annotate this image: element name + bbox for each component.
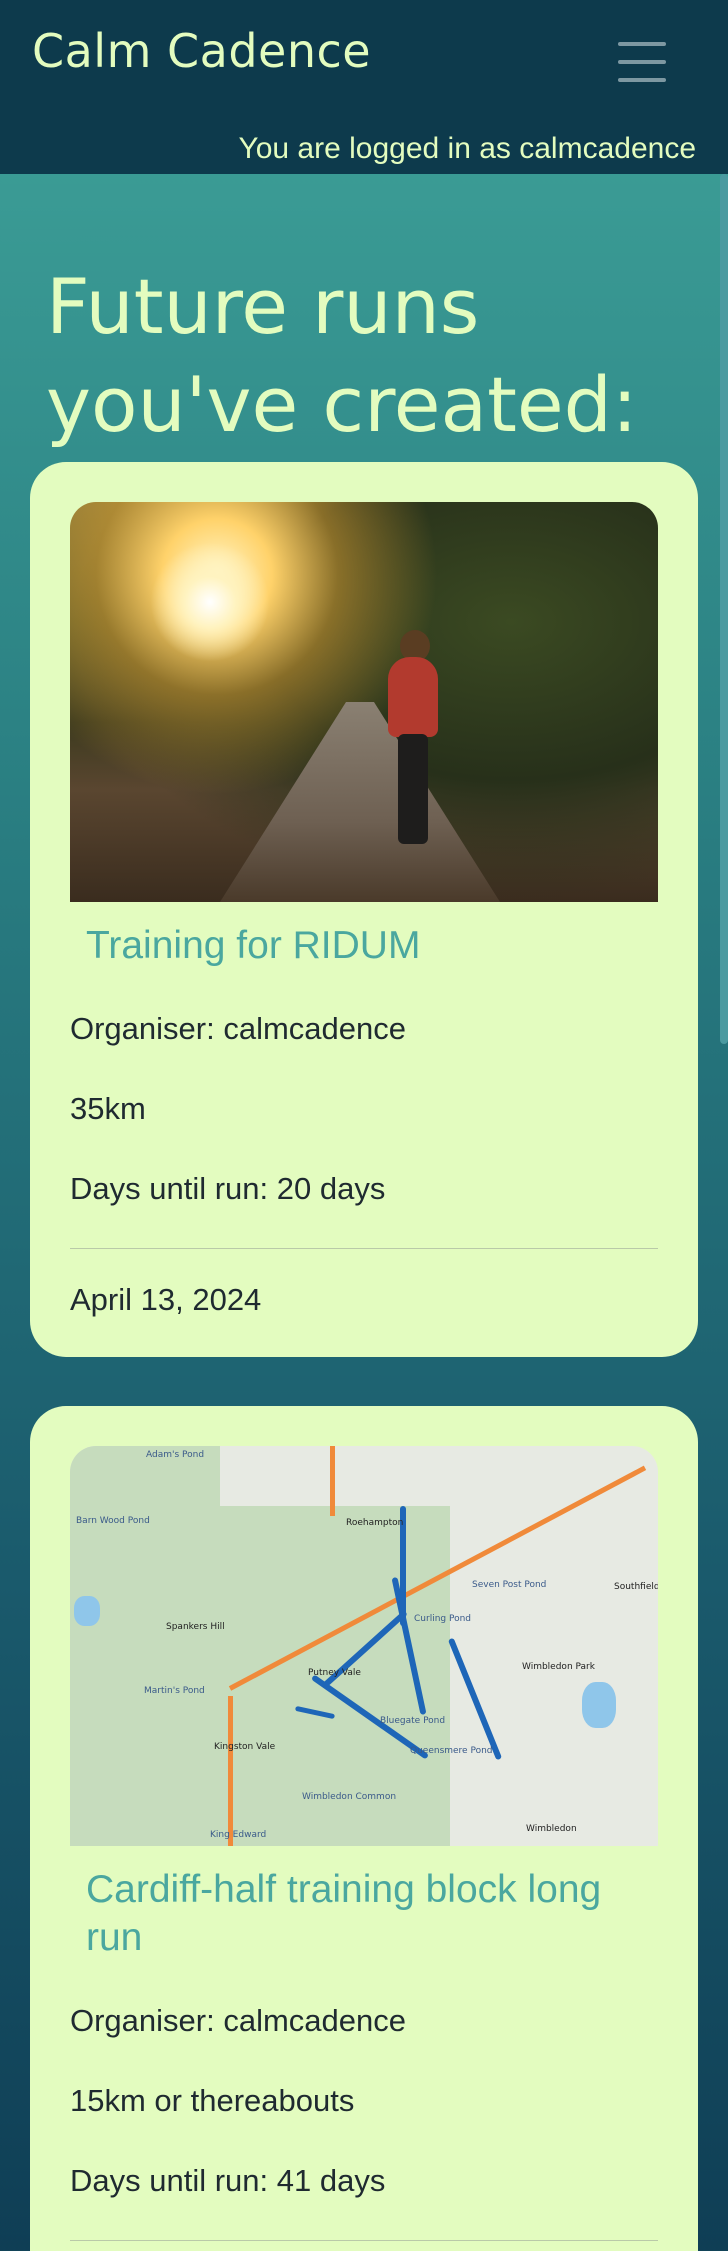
brand-logo[interactable]: Calm Cadence — [32, 24, 371, 78]
card-divider — [70, 1248, 658, 1249]
map-label: Roehampton — [346, 1518, 404, 1528]
run-days-until: Days until run: 20 days — [70, 1171, 386, 1206]
map-label: Martin's Pond — [144, 1686, 205, 1696]
map-label: Queensmere Pond — [410, 1746, 493, 1756]
run-distance: 35km — [70, 1091, 146, 1126]
run-organiser: Organiser: calmcadence — [70, 1011, 406, 1046]
run-card: Roehampton Putney Vale Wimbledon Park Wi… — [30, 1406, 698, 2251]
map-label: Wimbledon Park — [522, 1662, 595, 1672]
map-label: Bluegate Pond — [380, 1716, 446, 1726]
map-label: Kingston Vale — [214, 1742, 276, 1752]
scrollbar[interactable] — [720, 174, 728, 1044]
hamburger-line — [618, 42, 666, 46]
map-label: Curling Pond — [414, 1614, 471, 1624]
map-label: Southfields — [614, 1582, 658, 1592]
run-title[interactable]: Training for RIDUM — [86, 922, 658, 970]
map-label: Spankers Hill — [166, 1622, 225, 1632]
run-card: Training for RIDUM Organiser: calmcadenc… — [30, 462, 698, 1357]
map-label: Wimbledon — [526, 1824, 577, 1834]
runner-figure — [388, 657, 438, 737]
hamburger-line — [618, 78, 666, 82]
run-distance: 15km or thereabouts — [70, 2083, 355, 2118]
map-label: Wimbledon Common — [302, 1792, 397, 1802]
run-days-until: Days until run: 41 days — [70, 2163, 386, 2198]
runner-figure — [398, 734, 428, 844]
sun-glow — [150, 542, 270, 662]
map-lake — [582, 1682, 616, 1728]
run-title[interactable]: Cardiff-half training block long run — [86, 1866, 658, 1962]
map-label: Adam's Pond — [146, 1450, 205, 1460]
map-label: King Edward — [210, 1830, 267, 1840]
map-label: Seven Post Pond — [472, 1580, 547, 1590]
route-map-image: Roehampton Putney Vale Wimbledon Park Wi… — [70, 1446, 658, 1846]
trail-path — [220, 702, 500, 902]
hamburger-menu-icon[interactable] — [616, 38, 668, 86]
navbar: Calm Cadence You are logged in as calmca… — [0, 0, 728, 174]
login-status: You are logged in as calmcadence — [238, 132, 696, 165]
run-date: April 13, 2024 — [70, 1282, 262, 1317]
card-divider — [70, 2240, 658, 2241]
hamburger-line — [618, 60, 666, 64]
page-title: Future runs you've created: — [46, 262, 638, 449]
map-label: Putney Vale — [308, 1668, 361, 1678]
map-park-area — [70, 1446, 220, 1846]
map-route-line — [447, 1637, 503, 1761]
map-lake — [74, 1596, 100, 1626]
map-road — [228, 1696, 233, 1846]
map-label: Barn Wood Pond — [76, 1516, 150, 1526]
run-organiser: Organiser: calmcadence — [70, 2003, 406, 2038]
map-road — [330, 1446, 335, 1516]
run-card-image — [70, 502, 658, 902]
